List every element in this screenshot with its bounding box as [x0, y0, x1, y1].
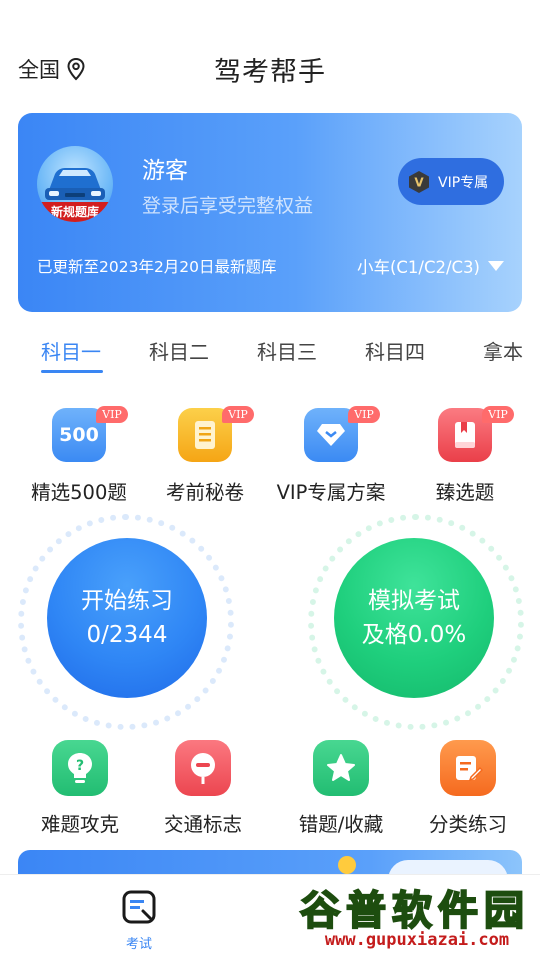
edit-glyph: [456, 756, 483, 782]
tab-subject-2[interactable]: 科目二: [149, 336, 209, 365]
tool-label: 错题/收藏: [298, 813, 384, 836]
tool-hard-questions[interactable]: ? 难题攻克: [20, 740, 140, 837]
coin-icon: [338, 856, 356, 874]
vip-button-label: VIP专属: [438, 174, 489, 191]
scroll-icon: VIP: [178, 406, 254, 462]
tool-label: 难题攻克: [40, 813, 119, 836]
sign-glyph: [191, 753, 215, 784]
vip-button[interactable]: V VIP专属: [398, 158, 504, 205]
tab-license[interactable]: 拿本: [483, 336, 523, 365]
tab-subject-3[interactable]: 科目三: [257, 336, 317, 365]
book-glyph: [455, 422, 475, 448]
mock-exam-button[interactable]: 模拟考试 及格0.0%: [334, 538, 494, 698]
question-bulb-icon: ?: [52, 740, 108, 796]
vip-badge: VIP: [348, 406, 380, 423]
feature-label: VIP专属方案: [276, 481, 386, 504]
feature-500-questions[interactable]: 500 VIP 精选500题: [19, 406, 139, 505]
svg-text:?: ?: [76, 758, 84, 774]
feature-vip-plan[interactable]: VIP VIP专属方案: [271, 406, 391, 505]
tool-label: 交通标志: [163, 813, 242, 836]
tab-subject-4[interactable]: 科目四: [365, 336, 425, 365]
mock-exam-wrapper: 模拟考试 及格0.0%: [308, 514, 524, 730]
star-icon: [313, 740, 369, 796]
book-icon: VIP: [438, 406, 514, 462]
500-icon: 500 VIP: [52, 406, 128, 462]
svg-text:V: V: [414, 175, 424, 189]
tool-label: 分类练习: [428, 813, 507, 836]
feature-selected-questions[interactable]: VIP 臻选题: [405, 406, 525, 505]
tab-subject-1[interactable]: 科目一: [41, 336, 101, 365]
500-icon-text: 500: [59, 424, 99, 446]
practice-progress: 0/2344: [86, 622, 168, 648]
vip-badge: VIP: [482, 406, 514, 423]
tool-category-practice[interactable]: 分类练习: [408, 740, 528, 837]
practice-title: 开始练习: [81, 588, 173, 614]
watermark-url: www.gupuxiazai.com: [324, 930, 510, 950]
diamond-icon: VIP: [304, 406, 380, 462]
dropdown-caret-icon: [488, 261, 504, 271]
bulb-glyph: ?: [68, 753, 92, 783]
vip-badge: VIP: [96, 406, 128, 423]
traffic-sign-icon: [175, 740, 231, 796]
car-type-selector[interactable]: 小车(C1/C2/C3): [357, 254, 504, 278]
start-practice-button[interactable]: 开始练习 0/2344: [47, 538, 207, 698]
watermark: 谷普软件园 www.gupuxiazai.com: [294, 876, 540, 960]
watermark-title: 谷普软件园: [299, 887, 530, 935]
star-glyph: [327, 754, 355, 781]
avatar-banner: 新规题库: [37, 202, 113, 222]
page-title: 驾考帮手: [214, 57, 326, 88]
feature-final-paper[interactable]: VIP 考前秘卷: [145, 406, 265, 505]
start-practice-wrapper: 开始练习 0/2344: [18, 514, 234, 730]
exam-nav-icon: [122, 890, 156, 924]
tool-traffic-signs[interactable]: 交通标志: [143, 740, 263, 837]
diamond-glyph: [317, 424, 345, 446]
car-type-label: 小车(C1/C2/C3): [356, 258, 480, 277]
scroll-glyph: [195, 421, 215, 449]
avatar[interactable]: 新规题库: [37, 146, 113, 222]
feature-label: 臻选题: [435, 481, 495, 504]
feature-label: 精选500题: [31, 481, 127, 504]
header: 全国 驾考帮手: [0, 0, 540, 112]
exam-title: 模拟考试: [368, 588, 460, 614]
vip-badge: VIP: [222, 406, 254, 423]
active-tab-indicator: [41, 370, 103, 373]
login-hint[interactable]: 登录后享受完整权益: [142, 191, 313, 218]
subject-tabs: 科目一 科目二 科目三 科目四 拿本: [0, 336, 540, 380]
nav-exam[interactable]: 考试: [111, 889, 167, 952]
update-text: 已更新至2023年2月20日最新题库: [37, 258, 277, 276]
user-card[interactable]: 新规题库 游客 登录后享受完整权益 V VIP专属 已更新至2023年2月20日…: [18, 113, 522, 312]
exam-pass-rate: 及格0.0%: [361, 622, 467, 648]
nav-exam-label: 考试: [125, 937, 152, 952]
feature-label: 考前秘卷: [165, 481, 244, 504]
user-name: 游客: [142, 158, 188, 184]
edit-note-icon: [440, 740, 496, 796]
vip-hexagon-icon: V: [409, 170, 429, 193]
tool-wrong-favorites[interactable]: 错题/收藏: [281, 740, 401, 837]
